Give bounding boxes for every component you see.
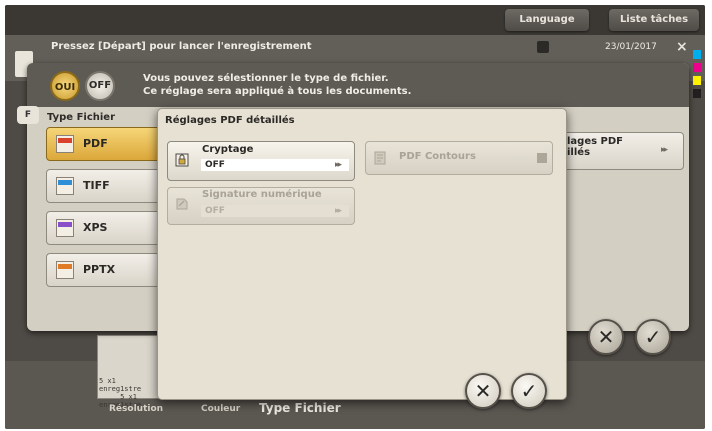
side-tab[interactable]: F [17,106,39,124]
file-type-label: XPS [83,221,108,234]
dialog-cancel-button[interactable]: ✕ [465,373,501,409]
pdf-outlines-label: PDF Contours [399,151,476,162]
toner-indicator [693,50,703,110]
signature-icon [176,198,188,210]
resolution-label[interactable]: Résolution [109,404,163,414]
dialog-ok-button[interactable]: ✓ [511,373,547,409]
date-display: 23/01/2017 [605,42,657,52]
pdf-outlines-icon [374,151,386,165]
on-button[interactable]: OUI [50,71,80,101]
toner-yellow [693,76,701,85]
file-type-heading: Type Fichier [47,112,116,123]
color-label[interactable]: Couleur [201,404,240,414]
file-type-pdf[interactable]: PDF [46,127,168,161]
file-type-xps[interactable]: XPS [46,211,168,245]
checkbox-icon [537,153,547,163]
info-line-2: Ce réglage sera appliqué à tous les docu… [143,86,412,97]
pdf-detail-settings-label: lages PDF illés [567,136,624,158]
file-settings-info: Vous pouvez sélestionner le type de fich… [143,72,411,98]
xps-file-icon [56,219,74,237]
pdf-file-icon [56,135,74,153]
panel-ok-button[interactable]: ✓ [635,319,671,355]
device-screen: Language Liste tâches Pressez [Départ] p… [5,5,705,429]
double-chevron-icon: ▸▸ [335,206,342,216]
language-button[interactable]: Language [505,9,589,31]
file-type-label[interactable]: Type Fichier [259,401,341,415]
file-type-label: PDF [83,137,108,150]
toner-cyan [693,50,701,59]
double-chevron-icon: ▸▸ [661,145,668,155]
toner-magenta [693,63,701,72]
encryption-label: Cryptage [202,144,254,155]
toner-black [693,89,701,98]
job-list-button[interactable]: Liste tâches [609,9,699,31]
job-status-icon [537,41,549,53]
info-line-1: Vous pouvez sélestionner le type de fich… [143,73,389,84]
double-chevron-icon: ▸▸ [335,160,342,170]
close-icon[interactable]: × [676,39,688,55]
digital-signature-value: OFF [201,205,349,217]
file-type-label: PPTX [83,263,116,276]
file-type-tiff[interactable]: TIFF [46,169,168,203]
encryption-icon [175,153,189,167]
panel-cancel-button[interactable]: ✕ [588,319,624,355]
pptx-file-icon [56,261,74,279]
top-bar [5,5,705,35]
status-message: Pressez [Départ] pour lancer l'enregistr… [51,41,312,52]
file-type-pptx[interactable]: PPTX [46,253,168,287]
dialog-title: Réglages PDF détaillés [165,115,295,126]
digital-signature-label: Signature numérique [202,189,322,200]
off-button[interactable]: OFF [85,71,115,101]
encryption-value: OFF [201,159,349,171]
tiff-file-icon [56,177,74,195]
file-type-label: TIFF [83,179,110,192]
